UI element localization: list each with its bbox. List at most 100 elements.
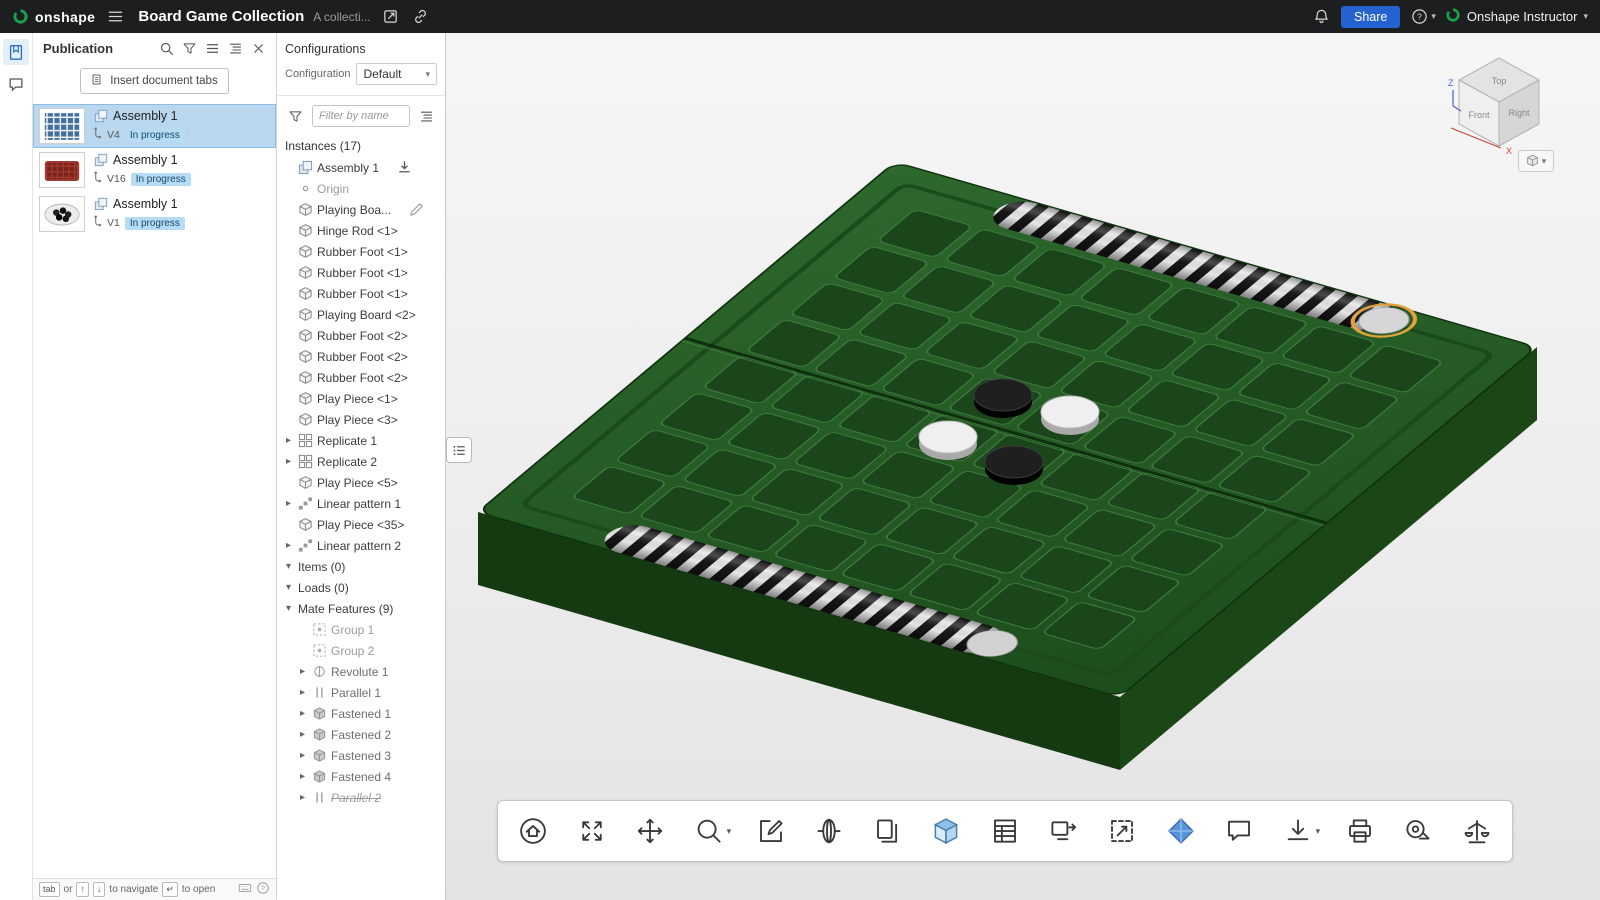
tree-row[interactable]: Rubber Foot <1> bbox=[277, 283, 445, 304]
tree-row[interactable]: ▸Fastened 1 bbox=[277, 703, 445, 724]
tree-filter-icon[interactable] bbox=[284, 105, 307, 127]
keyboard-icon[interactable] bbox=[238, 881, 252, 898]
named-views-button[interactable] bbox=[927, 812, 965, 850]
tree-row[interactable]: Play Piece <35> bbox=[277, 514, 445, 535]
list-view-icon[interactable] bbox=[201, 37, 224, 59]
tape-measure-button[interactable] bbox=[1399, 812, 1437, 850]
rotate-view-button[interactable] bbox=[573, 812, 611, 850]
info-icon[interactable]: ? bbox=[256, 881, 270, 898]
view-cube-right-label[interactable]: Right bbox=[1508, 108, 1530, 118]
share-button[interactable]: Share bbox=[1341, 6, 1400, 28]
export-image-button[interactable] bbox=[1044, 812, 1082, 850]
tree-row[interactable]: Hinge Rod <1> bbox=[277, 220, 445, 241]
tree-row[interactable]: Group 2 bbox=[277, 640, 445, 661]
close-icon[interactable] bbox=[247, 37, 270, 59]
account-menu[interactable]: Onshape Instructor ▾ bbox=[1445, 7, 1588, 26]
tree-row[interactable]: Playing Boa... bbox=[277, 199, 445, 220]
print-button[interactable] bbox=[1341, 812, 1379, 850]
view-cube-top-label[interactable]: Top bbox=[1492, 76, 1507, 86]
render-button[interactable] bbox=[1162, 812, 1200, 850]
tree-row[interactable]: ▾Items (0) bbox=[277, 556, 445, 577]
play-piece-white[interactable] bbox=[1041, 396, 1099, 435]
view-options-button[interactable]: ▾ bbox=[1518, 150, 1554, 172]
tree-row[interactable]: ▸Fastened 2 bbox=[277, 724, 445, 745]
tree-settings-icon[interactable] bbox=[415, 105, 438, 127]
configuration-dropdown[interactable]: Default ▾ bbox=[356, 63, 437, 85]
tree-row[interactable]: ▸Linear pattern 2 bbox=[277, 535, 445, 556]
mass-properties-button[interactable] bbox=[1458, 812, 1496, 850]
link-icon[interactable] bbox=[410, 8, 431, 25]
tree-row[interactable]: ▸Fastened 4 bbox=[277, 766, 445, 787]
grouped-view-icon[interactable] bbox=[224, 37, 247, 59]
home-button[interactable] bbox=[514, 812, 552, 850]
tree-row[interactable]: Rubber Foot <2> bbox=[277, 325, 445, 346]
tree-row[interactable]: Playing Board <2> bbox=[277, 304, 445, 325]
filter-input[interactable] bbox=[312, 105, 410, 127]
tree-row[interactable]: Play Piece <1> bbox=[277, 388, 445, 409]
chevron-right-icon[interactable]: ▸ bbox=[297, 772, 308, 782]
tree-row[interactable]: Rubber Foot <1> bbox=[277, 262, 445, 283]
chevron-right-icon[interactable]: ▸ bbox=[297, 688, 308, 698]
filter-icon[interactable] bbox=[178, 37, 201, 59]
tree-row[interactable]: ▸Revolute 1 bbox=[277, 661, 445, 682]
tree-row[interactable]: Play Piece <5> bbox=[277, 472, 445, 493]
tree-row[interactable]: ▾Mate Features (9) bbox=[277, 598, 445, 619]
zoom-view-button[interactable] bbox=[690, 812, 728, 850]
tree-row[interactable]: ▸Fastened 3 bbox=[277, 745, 445, 766]
chevron-right-icon[interactable]: ▸ bbox=[283, 541, 294, 551]
publication-item[interactable]: Assembly 1 V16 In progress bbox=[33, 148, 276, 192]
onshape-logo[interactable]: onshape bbox=[12, 8, 95, 25]
tree-row[interactable]: ▸Replicate 1 bbox=[277, 430, 445, 451]
rail-comments-tab[interactable] bbox=[3, 71, 29, 97]
tree-row[interactable]: ▸Replicate 2 bbox=[277, 451, 445, 472]
publication-item[interactable]: Assembly 1 V1 In progress bbox=[33, 192, 276, 236]
tree-row[interactable]: Origin bbox=[277, 178, 445, 199]
tree-row[interactable]: Rubber Foot <2> bbox=[277, 367, 445, 388]
chevron-right-icon[interactable]: ▸ bbox=[297, 709, 308, 719]
comment-button[interactable] bbox=[1220, 812, 1258, 850]
download-button[interactable] bbox=[1279, 812, 1317, 850]
insert-icon[interactable] bbox=[397, 160, 412, 175]
help-menu[interactable]: ? ▾ bbox=[1409, 8, 1436, 25]
chevron-right-icon[interactable]: ▸ bbox=[297, 730, 308, 740]
play-piece-black[interactable] bbox=[985, 446, 1043, 485]
chevron-down-icon[interactable]: ▾ bbox=[283, 583, 294, 593]
view-cube[interactable]: Top Front Right Z X bbox=[1441, 48, 1566, 163]
section-view-button[interactable] bbox=[810, 812, 848, 850]
tree-row[interactable]: Rubber Foot <2> bbox=[277, 346, 445, 367]
tree-row[interactable]: ▸Parallel 2 bbox=[277, 787, 445, 808]
bom-table-button[interactable] bbox=[986, 812, 1024, 850]
chevron-down-icon[interactable]: ▾ bbox=[283, 604, 294, 614]
3d-viewport-canvas[interactable] bbox=[446, 33, 1600, 900]
play-piece-white[interactable] bbox=[919, 421, 977, 460]
help-icon[interactable]: ? bbox=[1409, 8, 1430, 25]
markup-button[interactable] bbox=[752, 812, 790, 850]
tree-row[interactable]: ▸Parallel 1 bbox=[277, 682, 445, 703]
chevron-right-icon[interactable]: ▸ bbox=[297, 751, 308, 761]
pan-view-button[interactable] bbox=[631, 812, 669, 850]
chevron-down-icon[interactable]: ▾ bbox=[283, 562, 294, 572]
main-menu-button[interactable] bbox=[104, 6, 127, 27]
tree-row[interactable]: Rubber Foot <1> bbox=[277, 241, 445, 262]
chevron-right-icon[interactable]: ▸ bbox=[283, 457, 294, 467]
view-cube-front-label[interactable]: Front bbox=[1468, 110, 1490, 120]
tree-row[interactable]: ▸Linear pattern 1 bbox=[277, 493, 445, 514]
tree-row[interactable]: ▾Loads (0) bbox=[277, 577, 445, 598]
rail-publication-tab[interactable] bbox=[3, 39, 29, 65]
panel-collapse-handle[interactable] bbox=[446, 437, 472, 463]
chevron-right-icon[interactable]: ▸ bbox=[283, 499, 294, 509]
sketch-icon[interactable] bbox=[409, 202, 424, 217]
chevron-right-icon[interactable]: ▸ bbox=[283, 436, 294, 446]
zoom-view-caret-icon[interactable]: ▾ bbox=[727, 826, 732, 837]
download-caret-icon[interactable]: ▾ bbox=[1316, 826, 1321, 837]
chevron-right-icon[interactable]: ▸ bbox=[297, 667, 308, 677]
sheets-button[interactable] bbox=[869, 812, 907, 850]
tree-row[interactable]: Play Piece <3> bbox=[277, 409, 445, 430]
open-doc-icon[interactable] bbox=[380, 8, 401, 25]
search-icon[interactable] bbox=[155, 37, 178, 59]
play-piece-black[interactable] bbox=[974, 379, 1032, 418]
chevron-right-icon[interactable]: ▸ bbox=[297, 793, 308, 803]
tree-row[interactable]: Assembly 1 bbox=[277, 157, 445, 178]
tree-row[interactable]: Group 1 bbox=[277, 619, 445, 640]
publication-item[interactable]: Assembly 1 V4 In progress bbox=[33, 104, 276, 148]
